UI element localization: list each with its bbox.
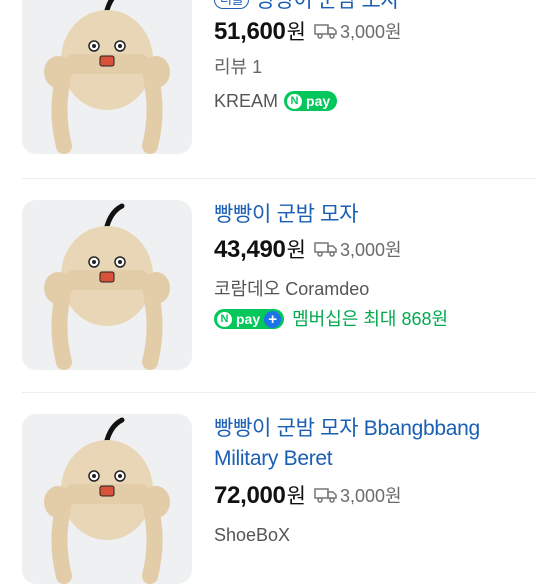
price-row: 51,600 원 3,000원 bbox=[214, 18, 402, 45]
product-thumbnail[interactable] bbox=[22, 414, 192, 584]
shipping-fee: 3,000원 bbox=[314, 18, 402, 44]
seller-row: KREAM Npay bbox=[214, 88, 536, 114]
npay-n-icon: N bbox=[287, 93, 303, 109]
shipping-truck-icon bbox=[314, 24, 337, 39]
divider bbox=[22, 392, 536, 393]
price-row: 43,490 원 3,000원 bbox=[214, 236, 402, 263]
review-count[interactable]: 리뷰 1 bbox=[214, 54, 536, 80]
seller-name[interactable]: 코람데오 Coramdeo bbox=[214, 276, 536, 302]
shipping-truck-icon bbox=[314, 488, 337, 503]
product-title[interactable]: 빵빵이 군밤 모자 bbox=[214, 200, 536, 230]
membership-benefit: Npay + 멤버십은 최대 868원 bbox=[214, 306, 536, 332]
npay-plus-badge: Npay + bbox=[214, 309, 285, 329]
npay-n-icon: N bbox=[217, 311, 232, 327]
price-row: 72,000 원 3,000원 bbox=[214, 482, 402, 509]
product-thumbnail[interactable] bbox=[22, 0, 192, 154]
product-item[interactable]: 빵빵이 군밤 모자 43,490 원 3,000원 코람데오 Coramdeo N… bbox=[0, 200, 554, 370]
price: 51,600 bbox=[214, 18, 286, 45]
product-title[interactable]: 빵빵이 군밤 모자 Bbangbbang Military Beret bbox=[214, 414, 536, 474]
npay-plus-icon: + bbox=[264, 310, 282, 328]
divider bbox=[22, 178, 536, 179]
hat-image bbox=[44, 203, 170, 370]
hat-image bbox=[44, 0, 170, 154]
shipping-fee: 3,000원 bbox=[314, 482, 402, 508]
product-item[interactable]: 빵빵이 군밤 모자 Bbangbbang Military Beret 72,0… bbox=[0, 414, 554, 584]
shipping-truck-icon bbox=[314, 242, 337, 257]
tag-badge: 더블 bbox=[214, 0, 250, 9]
benefit-text: 멤버십은 최대 868원 bbox=[292, 309, 449, 329]
product-item[interactable]: 더블빵빵이 군밤 모자 51,600원 3,000원 리뷰 1 KREAM Np… bbox=[0, 0, 554, 170]
product-title[interactable]: 더블빵빵이 군밤 모자 bbox=[214, 0, 536, 16]
shipping-fee: 3,000원 bbox=[314, 236, 402, 262]
price: 43,490 bbox=[214, 236, 286, 263]
product-thumbnail[interactable] bbox=[22, 200, 192, 370]
npay-badge: Npay bbox=[284, 91, 338, 111]
seller-name[interactable]: ShoeBoX bbox=[214, 522, 536, 548]
price: 72,000 bbox=[214, 482, 286, 509]
seller-name[interactable]: KREAM bbox=[214, 88, 278, 114]
hat-image bbox=[44, 417, 170, 584]
